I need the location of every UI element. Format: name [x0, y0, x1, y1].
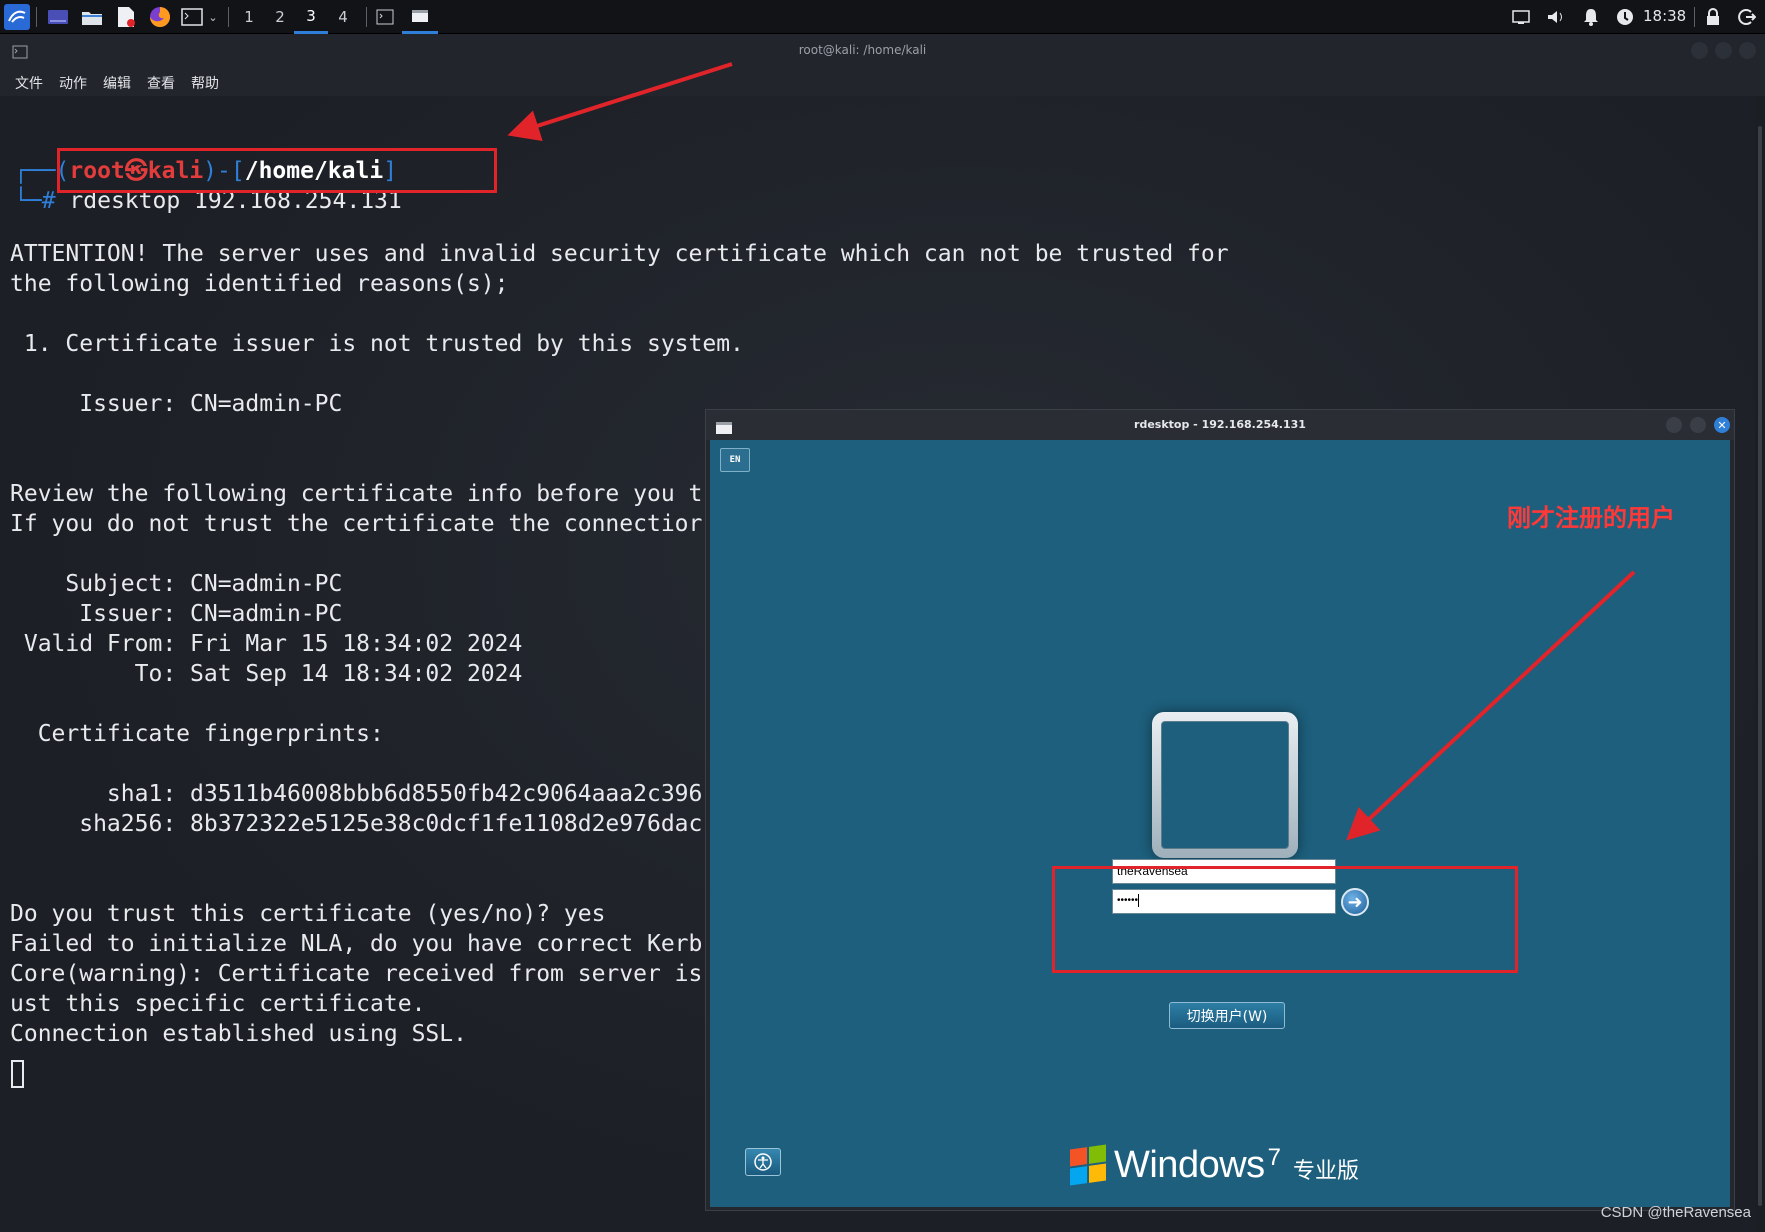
workspace-3[interactable]: 3	[294, 0, 328, 34]
maximize-button[interactable]	[1715, 42, 1732, 59]
windows7-brand: Windows 7 专业版	[1070, 1140, 1359, 1190]
display-icon[interactable]	[1510, 4, 1532, 30]
brand-edition: 专业版	[1293, 1159, 1360, 1184]
watermark: CSDN @theRavensea	[1600, 1204, 1751, 1221]
annotation-box-credentials	[1052, 866, 1518, 973]
terminal-line: To: Sat Sep 14 18:34:02 2024	[10, 661, 523, 687]
terminal-line: sha256: 8b372322e5125e38c0dcf1fe1108d2e9…	[10, 811, 703, 837]
terminal-line: sha1: d3511b46008bbb6d8550fb42c9064aaa2c…	[10, 781, 703, 807]
language-indicator[interactable]: EN	[720, 448, 750, 472]
rdp-close-button[interactable]: ✕	[1714, 417, 1730, 433]
workspace-4[interactable]: 4	[326, 0, 360, 34]
rdesktop-titlebar[interactable]: rdesktop - 192.168.254.131 ✕	[706, 410, 1734, 440]
user-avatar	[1152, 712, 1298, 858]
chevron-down-icon[interactable]: ⌄	[206, 4, 220, 30]
menu-view[interactable]: 查看	[147, 73, 175, 93]
power-manager-icon[interactable]	[1614, 4, 1636, 30]
ease-of-access-icon[interactable]	[745, 1148, 781, 1176]
kali-menu-icon[interactable]	[4, 4, 30, 30]
terminal-line: ust this specific certificate.	[10, 991, 426, 1017]
terminal-line: Issuer: CN=admin-PC	[10, 391, 343, 417]
workspace-2[interactable]: 2	[263, 0, 297, 34]
text-editor-icon[interactable]	[114, 4, 138, 30]
volume-icon[interactable]	[1545, 4, 1567, 30]
terminal-line: Issuer: CN=admin-PC	[10, 601, 343, 627]
close-button[interactable]	[1739, 42, 1756, 59]
terminal-menubar: 文件 动作 编辑 查看 帮助	[0, 68, 1765, 96]
terminal-scrollbar[interactable]	[1755, 96, 1765, 1232]
clock[interactable]: 18:38	[1643, 7, 1686, 25]
prompt-hash: └─#	[14, 188, 56, 214]
menu-action[interactable]: 动作	[59, 73, 87, 93]
terminal-line: ATTENTION! The server uses and invalid s…	[10, 241, 1229, 267]
terminal-line: Subject: CN=admin-PC	[10, 571, 343, 597]
switch-user-button[interactable]: 切换用户(W)	[1169, 1002, 1285, 1029]
terminal-cursor	[11, 1060, 24, 1088]
terminal-line: the following identified reasons(s);	[10, 271, 509, 297]
terminal-titlebar[interactable]: root@kali: /home/kali	[0, 34, 1765, 68]
notification-bell-icon[interactable]	[1580, 4, 1602, 30]
terminal-line: 1. Certificate issuer is not trusted by …	[10, 331, 744, 357]
minimize-button[interactable]	[1691, 42, 1708, 59]
terminal-line: Connection established using SSL.	[10, 1021, 467, 1047]
terminal-line: If you do not trust the certificate the …	[10, 511, 703, 537]
workspace-1[interactable]: 1	[232, 0, 266, 34]
logout-icon[interactable]	[1736, 4, 1758, 30]
rdp-minimize-button[interactable]	[1666, 417, 1682, 433]
taskbar-rdesktop-icon[interactable]	[402, 0, 438, 34]
annotation-label: 刚才注册的用户	[1507, 504, 1675, 532]
windows-logo-icon	[1070, 1144, 1106, 1186]
terminal-line: Core(warning): Certificate received from…	[10, 961, 703, 987]
terminal-line: Certificate fingerprints:	[10, 721, 384, 747]
annotation-box-command	[57, 148, 497, 193]
firefox-icon[interactable]	[148, 4, 172, 30]
terminal-line: Failed to initialize NLA, do you have co…	[10, 931, 703, 957]
menu-help[interactable]: 帮助	[191, 73, 219, 93]
show-desktop-icon[interactable]	[46, 4, 70, 30]
rdp-maximize-button[interactable]	[1690, 417, 1706, 433]
file-manager-icon[interactable]	[80, 4, 104, 30]
terminal-title: root@kali: /home/kali	[798, 43, 927, 57]
brand-version: 7	[1267, 1144, 1282, 1171]
menu-file[interactable]: 文件	[15, 73, 43, 93]
rdesktop-title: rdesktop - 192.168.254.131	[1134, 418, 1306, 431]
terminal-line: Valid From: Fri Mar 15 18:34:02 2024	[10, 631, 523, 657]
lock-icon[interactable]	[1702, 4, 1724, 30]
taskbar-terminal-icon[interactable]	[373, 4, 397, 30]
windows7-logon-screen: EN theRavensea •••••• ➜ 切换用户(W) Windows …	[710, 440, 1730, 1207]
menu-edit[interactable]: 编辑	[103, 73, 131, 93]
terminal-line: Review the following certificate info be…	[10, 481, 703, 507]
terminal-line: Do you trust this certificate (yes/no)? …	[10, 901, 606, 927]
top-panel: ⌄ 1 2 3 4 18:38	[0, 0, 1765, 34]
terminal-launcher-icon[interactable]	[180, 4, 204, 30]
brand-name: Windows	[1114, 1143, 1265, 1186]
